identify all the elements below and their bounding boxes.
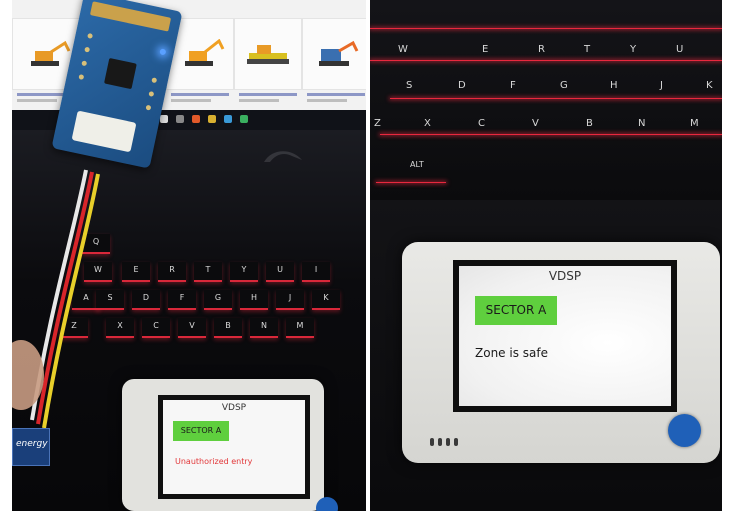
keyboard-key: F [510,80,516,91]
keyboard-key: W [398,44,408,55]
sector-badge: SECTOR A [475,296,557,325]
led-icon [159,48,167,56]
device-screen: VDSP SECTOR A Unauthorized entry [158,395,310,499]
speaker-grille [430,438,434,446]
keyboard-key: ALT [410,160,424,169]
wio-terminal-device: VDSP SECTOR A Unauthorized entry [122,379,338,511]
speaker-grille [446,438,450,446]
keyboard-key: E [482,44,489,55]
wio-terminal-device: VDSP SECTOR A Zone is safe [402,242,720,463]
status-message: Unauthorized entry [175,457,253,466]
speaker-grille [454,438,458,446]
keyboard-key: X [424,118,431,129]
keyboard-key: K [706,80,713,91]
keyboard-key: H [610,80,618,91]
speaker-grille [438,438,442,446]
left-photo: Q W E R T Y U I A S D F G H J K Z X C V … [12,0,366,511]
screen-title: VDSP [221,403,247,413]
keyboard-key: R [538,44,545,55]
keyboard-key: C [478,118,485,129]
device-button [668,414,701,447]
keyboard-key: U [676,44,684,55]
keyboard-key: J [660,80,663,91]
screen-title: VDSP [548,269,582,283]
keyboard-key: D [458,80,466,91]
status-message: Zone is safe [475,346,548,360]
device-screen: VDSP SECTOR A Zone is safe [453,260,677,412]
keyboard-key: T [584,44,591,55]
energy-sticker: energy [12,428,50,466]
keyboard: W E R T Y U S D F G H J K Z X C V B N M … [370,0,722,200]
sector-badge: SECTOR A [173,421,229,441]
keyboard-key: Z [374,118,381,129]
chip-icon [104,57,137,90]
keyboard-key: V [532,118,539,129]
keyboard-key: S [406,80,413,91]
keyboard-key: M [690,118,699,129]
keyboard-key: B [586,118,593,129]
grove-connector [71,110,137,153]
keyboard-key: Y [630,44,637,55]
keyboard-key: G [560,80,568,91]
keyboard-key: N [638,118,646,129]
right-photo: W E R T Y U S D F G H J K Z X C V B N M … [370,0,722,511]
